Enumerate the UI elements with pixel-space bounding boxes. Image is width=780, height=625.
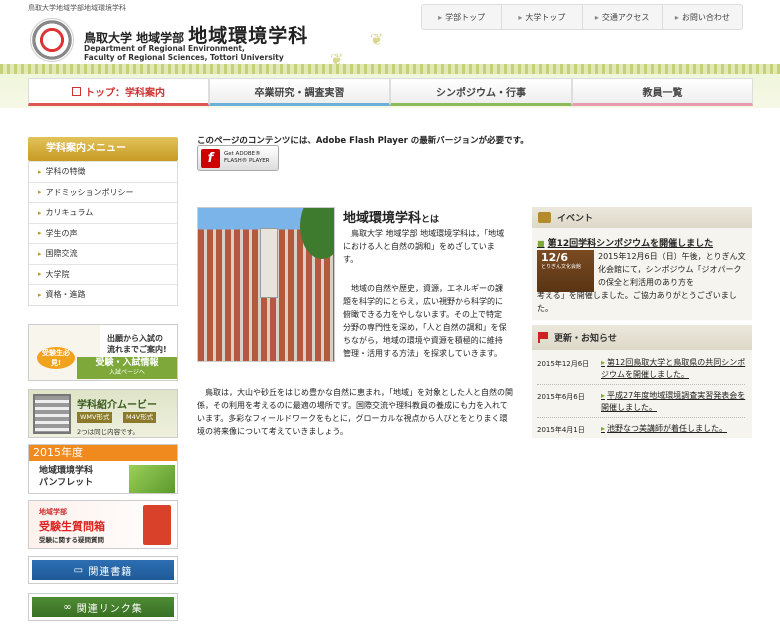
news-link[interactable]: 第12回鳥取大学と鳥取県の共同シンポジウムを開催しました。: [601, 357, 747, 381]
news-link[interactable]: 池野なつ美講師が着任しました。: [601, 423, 747, 435]
event-description: 2015年12月6日（日）午後，とりぎん文化会館にて，シンポジウム「ジオパークの…: [598, 252, 746, 287]
butterfly-icon: ❦: [370, 30, 384, 49]
event-description-cont: 考える」を開催しました。ご協力ありがとうございました。: [537, 291, 737, 313]
question-box-banner[interactable]: 地域学部 受験生質問箱 受験に関する疑問質問: [28, 500, 178, 549]
m4v-format-button[interactable]: M4V形式: [123, 412, 157, 423]
campus-building-photo: [197, 207, 335, 362]
movie-banner-note: 2つは同じ内容です。: [77, 428, 139, 436]
department-logo[interactable]: [30, 18, 74, 62]
question-box-line3: 受験に関する疑問質問: [39, 536, 104, 544]
sidebar-item-international[interactable]: 国際交流: [29, 243, 177, 264]
admission-line1: 出願から入試の: [107, 334, 163, 343]
sidebar-item-student-voices[interactable]: 学生の声: [29, 222, 177, 244]
pamphlet-year: 2015年度: [29, 445, 177, 461]
related-links-text: 関連リンク集: [76, 603, 143, 615]
news-date: 2015年6月6日: [537, 393, 585, 401]
question-box-line2: 受験生質問箱: [39, 520, 105, 533]
news-divider: [537, 417, 745, 418]
admission-banner[interactable]: 出願から入試の 流れまでご案内! 受験生必見! 受験・入試情報 入試ページへ: [28, 324, 178, 381]
mainnav-faculty-list[interactable]: 教員一覧: [572, 78, 753, 106]
topnav-contact[interactable]: お問い合わせ: [663, 5, 742, 29]
sidebar-item-graduate-school[interactable]: 大学院: [29, 263, 177, 285]
admission-banner-main: 受験・入試情報 入試ページへ: [77, 357, 177, 379]
topnav-faculty-top[interactable]: 学部トップ: [422, 5, 503, 29]
must-see-badge: 受験生必見!: [37, 347, 75, 369]
flash-button-line1: Get ADOBE®: [224, 151, 261, 157]
admission-sub-label: 入試ページへ: [109, 369, 145, 376]
related-books-text: 関連書籍: [88, 566, 133, 578]
movie-banner[interactable]: 学科紹介ムービー WMV形式 M4V形式 2つは同じ内容です。: [28, 389, 178, 438]
dept-english-name: Department of Regional Environment, Facu…: [84, 44, 284, 62]
mailbox-icon: [143, 505, 171, 545]
intro-paragraph-3: 鳥取は，大山や砂丘をはじめ豊かな自然に恵まれ，「地域」を対象とした人と自然の関係…: [197, 388, 513, 436]
pamphlet-image: [129, 465, 175, 493]
admission-banner-text: 出願から入試の 流れまでご案内!: [107, 333, 167, 355]
pamphlet-line2: パンフレット: [39, 478, 94, 488]
film-icon: [33, 394, 71, 434]
top-utility-nav: 学部トップ 大学トップ 交通アクセス お問い合わせ: [421, 4, 743, 30]
topnav-university-top[interactable]: 大学トップ: [502, 5, 583, 29]
related-books-button[interactable]: ▭ 関連書籍: [28, 556, 178, 584]
mainnav-top-guide[interactable]: トップ：学科案内: [28, 78, 209, 106]
news-heading: 更新・お知らせ: [554, 334, 617, 344]
event-thumbnail[interactable]: 12/6 とりぎん文化会館: [537, 250, 594, 292]
event-image-venue: とりぎん文化会館: [541, 264, 582, 270]
question-box-line1: 地域学部: [39, 508, 67, 516]
related-links-label: ∞ 関連リンク集: [32, 597, 174, 617]
intro-title: 地域環境学科とは: [343, 207, 439, 226]
mainnav-label: トップ：学科案内: [85, 87, 165, 99]
book-icon: ▭: [73, 564, 89, 576]
breadcrumb: 鳥取大学地域学部地域環境学科: [28, 4, 126, 12]
intro-title-suffix: とは: [421, 215, 440, 225]
movie-banner-title: 学科紹介ムービー: [77, 400, 157, 411]
univ-faculty-name: 鳥取大学 地域学部: [84, 31, 185, 45]
pamphlet-banner[interactable]: 2015年度 地域環境学科 パンフレット: [28, 444, 178, 494]
flash-button-text: Get ADOBE® FLASH® PLAYER: [224, 151, 270, 165]
event-image-date: 12/6: [541, 251, 568, 264]
event-link[interactable]: 第12回学科シンポジウムを開催しました: [537, 236, 714, 249]
home-icon: [72, 86, 81, 96]
camera-icon: [538, 212, 551, 223]
flag-icon: [538, 332, 548, 343]
events-heading: イベント: [557, 214, 594, 224]
mainnav-research[interactable]: 卒業研究・調査実習: [209, 78, 390, 106]
intro-paragraph-2: 地域の自然や歴史，資源，エネルギーの課題を科学的にとらえ，広い視野から科学的に俯…: [343, 284, 507, 358]
news-item: 2015年12月6日 第12回鳥取大学と鳥取県の共同シンポジウムを開催しました。: [537, 357, 747, 381]
news-date: 2015年12月6日: [537, 360, 590, 368]
news-link[interactable]: 平成27年度地域環境調査実習発表会を開催しました。: [601, 390, 747, 414]
tree: [294, 208, 334, 268]
dept-en-line2: Faculty of Regional Sciences, Tottori Un…: [84, 53, 284, 62]
news-date: 2015年4月1日: [537, 426, 585, 434]
pamphlet-title: 地域環境学科 パンフレット: [39, 465, 93, 489]
related-links-button[interactable]: ∞ 関連リンク集: [28, 593, 178, 621]
mainnav-symposium[interactable]: シンポジウム・行事: [390, 78, 572, 106]
topnav-access[interactable]: 交通アクセス: [583, 5, 663, 29]
wmv-format-button[interactable]: WMV形式: [77, 412, 113, 423]
events-header: イベント: [532, 207, 752, 228]
intro-paragraph-1: 鳥取大学 地域学部 地域環境学科は，「地域における人と自然の調和」をめざしていま…: [343, 229, 505, 264]
sidebar-item-admission-policy[interactable]: アドミッションポリシー: [29, 181, 177, 203]
news-item: 2015年6月6日 平成27年度地域環境調査実習発表会を開催しました。: [537, 390, 747, 414]
building-tower: [260, 228, 278, 298]
flash-icon: f: [201, 148, 220, 168]
admission-line2: 流れまでご案内!: [107, 345, 167, 354]
sidebar-item-curriculum[interactable]: カリキュラム: [29, 202, 177, 223]
admission-main-label: 受験・入試情報: [95, 358, 159, 368]
get-flash-player-button[interactable]: f Get ADOBE® FLASH® PLAYER: [197, 145, 279, 171]
sidebar-item-careers[interactable]: 資格・進路: [29, 284, 177, 305]
sidebar-item-features[interactable]: 学科の特徴: [29, 161, 177, 182]
sidebar-menu-title: 学科案内メニュー: [28, 137, 178, 161]
sidebar-menu: 学科の特徴 アドミッションポリシー カリキュラム 学生の声 国際交流 大学院 資…: [28, 161, 178, 306]
pamphlet-line1: 地域環境学科: [39, 466, 94, 476]
intro-title-main: 地域環境学科: [343, 211, 422, 226]
news-divider: [537, 384, 745, 385]
news-item: 2015年4月1日 池野なつ美講師が着任しました。: [537, 423, 747, 435]
dept-en-line1: Department of Regional Environment,: [84, 44, 245, 53]
link-icon: ∞: [63, 601, 77, 613]
grass-decoration: [0, 64, 780, 74]
flash-button-line2: FLASH® PLAYER: [224, 158, 270, 164]
related-books-label: ▭ 関連書籍: [32, 560, 174, 580]
news-header: 更新・お知らせ: [532, 325, 752, 350]
